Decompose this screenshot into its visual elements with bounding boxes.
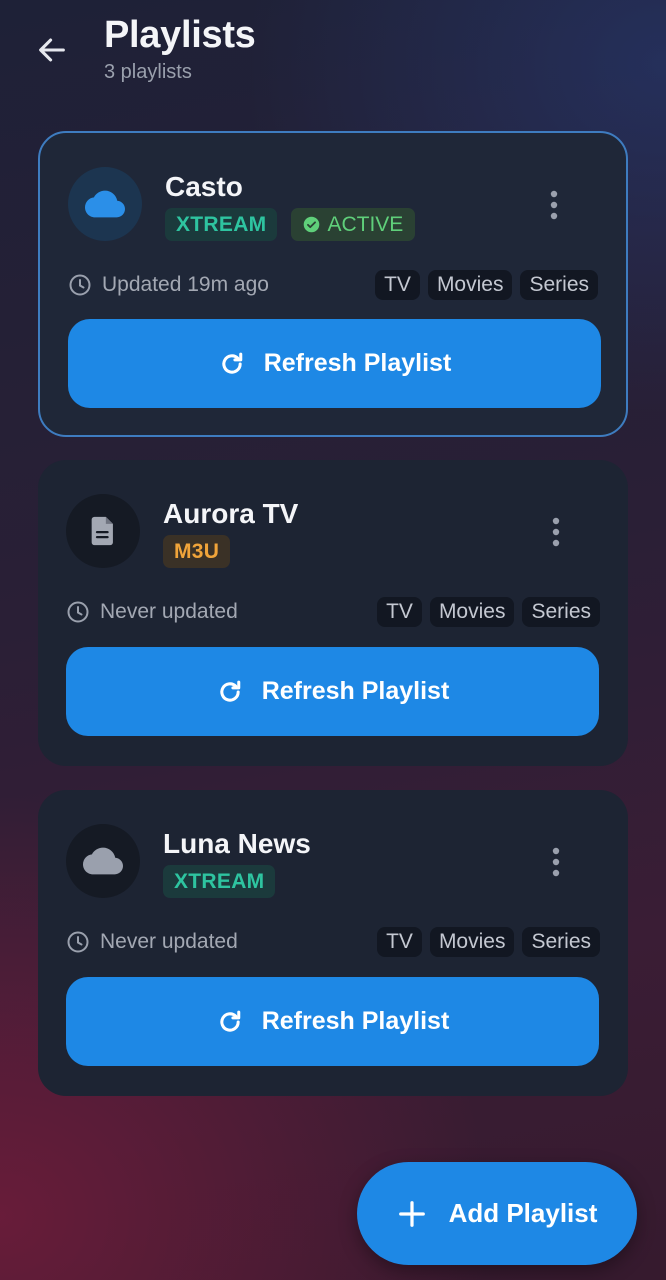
content-type-tags: TV Movies Series	[375, 270, 598, 300]
last-updated-text: Never updated	[100, 930, 238, 953]
refresh-icon	[220, 1010, 240, 1032]
playlist-avatar	[68, 167, 142, 241]
content-tag-series: Series	[520, 270, 598, 300]
last-updated: Never updated	[66, 930, 238, 954]
content-tag-movies: Movies	[429, 927, 515, 957]
more-vertical-icon	[552, 517, 560, 547]
back-button[interactable]	[26, 28, 78, 72]
playlist-avatar	[66, 494, 140, 568]
playlist-name: Casto	[165, 171, 243, 202]
playlist-badges: M3U	[163, 535, 231, 568]
app-header: Playlists 3 playlists	[0, 0, 666, 110]
refresh-playlist-button[interactable]: Refresh Playlist	[66, 977, 599, 1066]
arrow-left-icon	[39, 38, 65, 62]
refresh-label: Refresh Playlist	[263, 349, 452, 377]
content-type-tags: TV Movies Series	[377, 597, 600, 627]
content-type-tags: TV Movies Series	[377, 927, 600, 957]
content-tag-series: Series	[522, 597, 600, 627]
last-updated-text: Never updated	[100, 600, 238, 623]
playlist-card-aurora-tv[interactable]: Aurora TV M3U Never updated TV Movies Se…	[38, 460, 628, 766]
add-playlist-label: Add Playlist	[448, 1198, 598, 1228]
playlist-count: 3 playlists	[104, 61, 192, 83]
more-options-button[interactable]	[538, 842, 574, 882]
content-tag-movies: Movies	[427, 270, 513, 300]
clock-icon	[67, 601, 89, 623]
last-updated: Updated 19m ago	[68, 273, 269, 297]
refresh-playlist-button[interactable]: Refresh Playlist	[68, 319, 601, 408]
check-circle-icon	[304, 216, 320, 233]
more-vertical-icon	[550, 190, 558, 220]
type-badge: XTREAM	[165, 208, 278, 241]
playlist-card-casto[interactable]: Casto XTREAM ACTIVE Updated 19m ago TV M…	[38, 131, 628, 437]
playlist-name: Luna News	[163, 828, 311, 859]
playlist-badges: XTREAM ACTIVE	[165, 208, 416, 241]
refresh-label: Refresh Playlist	[261, 677, 450, 705]
page-title: Playlists	[104, 14, 256, 56]
content-tag-tv: TV	[375, 270, 420, 300]
content-tag-series: Series	[522, 927, 600, 957]
cloud-icon	[85, 190, 125, 218]
more-vertical-icon	[552, 847, 560, 877]
refresh-label: Refresh Playlist	[261, 1007, 450, 1035]
content-tag-movies: Movies	[429, 597, 515, 627]
clock-icon	[69, 274, 91, 296]
status-label: ACTIVE	[327, 213, 404, 236]
content-tag-tv: TV	[377, 597, 422, 627]
playlist-name: Aurora TV	[163, 498, 299, 529]
content-tag-tv: TV	[377, 927, 422, 957]
status-badge: ACTIVE	[291, 208, 416, 241]
playlist-card-luna-news[interactable]: Luna News XTREAM Never updated TV Movies…	[38, 790, 628, 1096]
plus-icon	[398, 1200, 425, 1227]
file-icon	[91, 516, 113, 546]
last-updated: Never updated	[66, 600, 238, 624]
clock-icon	[67, 931, 89, 953]
more-options-button[interactable]	[538, 512, 574, 552]
type-badge: XTREAM	[163, 865, 276, 898]
cloud-icon	[83, 847, 123, 875]
last-updated-text: Updated 19m ago	[102, 273, 269, 296]
playlist-badges: XTREAM	[163, 865, 276, 898]
playlist-avatar	[66, 824, 140, 898]
type-badge: M3U	[163, 535, 231, 568]
refresh-icon	[222, 352, 242, 374]
refresh-icon	[220, 680, 240, 702]
add-playlist-button[interactable]: Add Playlist	[357, 1162, 637, 1265]
refresh-playlist-button[interactable]: Refresh Playlist	[66, 647, 599, 736]
more-options-button[interactable]	[536, 185, 572, 225]
